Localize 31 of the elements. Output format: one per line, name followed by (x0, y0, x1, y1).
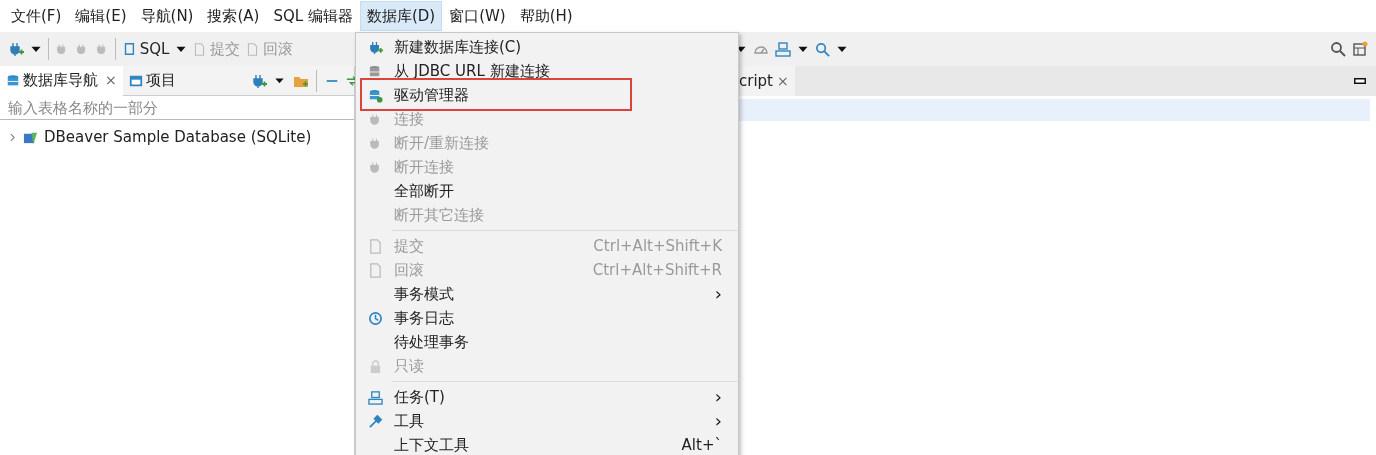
menu-item[interactable]: 待处理事务 (394, 330, 722, 354)
menu-item[interactable]: 全部断开 (394, 179, 722, 203)
menu-item[interactable]: 上下文工具 (394, 433, 682, 455)
menu-item[interactable]: 搜索(A) (200, 0, 267, 32)
menu-item[interactable]: 帮助(H) (512, 0, 580, 32)
panel-tab[interactable]: 项目 (122, 65, 182, 96)
panel-tab[interactable]: 数据库导航 × (0, 65, 123, 96)
shortcut-text: Alt+` (681, 434, 722, 455)
close-icon[interactable]: × (777, 70, 789, 92)
submenu-arrow-icon: › (714, 388, 722, 406)
menu-item[interactable]: 数据库(D) (359, 0, 443, 32)
menu-item[interactable]: 从 JDBC URL 新建连接 (394, 59, 722, 83)
sql-button[interactable]: SQL (122, 37, 170, 61)
shortcut-text: Ctrl+Alt+Shift+K (593, 235, 722, 257)
shortcut-text: Ctrl+Alt+Shift+R (592, 259, 722, 281)
tree-item[interactable]: DBeaver Sample Database (SQLite) (44, 126, 312, 149)
menu-item[interactable]: SQL 编辑器 (266, 0, 360, 32)
submenu-arrow-icon: › (714, 412, 722, 430)
menu-item[interactable]: 驱动管理器 (394, 83, 722, 107)
menu-item[interactable]: 事务模式 (394, 282, 715, 306)
menu-item[interactable]: 文件(F) (4, 0, 69, 32)
submenu-arrow-icon: › (714, 285, 722, 303)
menu-item[interactable]: 事务日志 (394, 306, 722, 330)
menu-item[interactable]: 编辑(E) (68, 0, 134, 32)
menu-item[interactable]: 窗口(W) (442, 0, 513, 32)
menu-item[interactable]: 导航(N) (133, 0, 201, 32)
close-icon[interactable]: × (105, 70, 117, 91)
menu-item[interactable]: 工具 (394, 409, 715, 433)
menu-item[interactable]: 任务(T) (394, 385, 715, 409)
editor-tab[interactable]: cript × (739, 66, 795, 96)
menu-item[interactable]: 新建数据库连接(C) (394, 35, 722, 59)
